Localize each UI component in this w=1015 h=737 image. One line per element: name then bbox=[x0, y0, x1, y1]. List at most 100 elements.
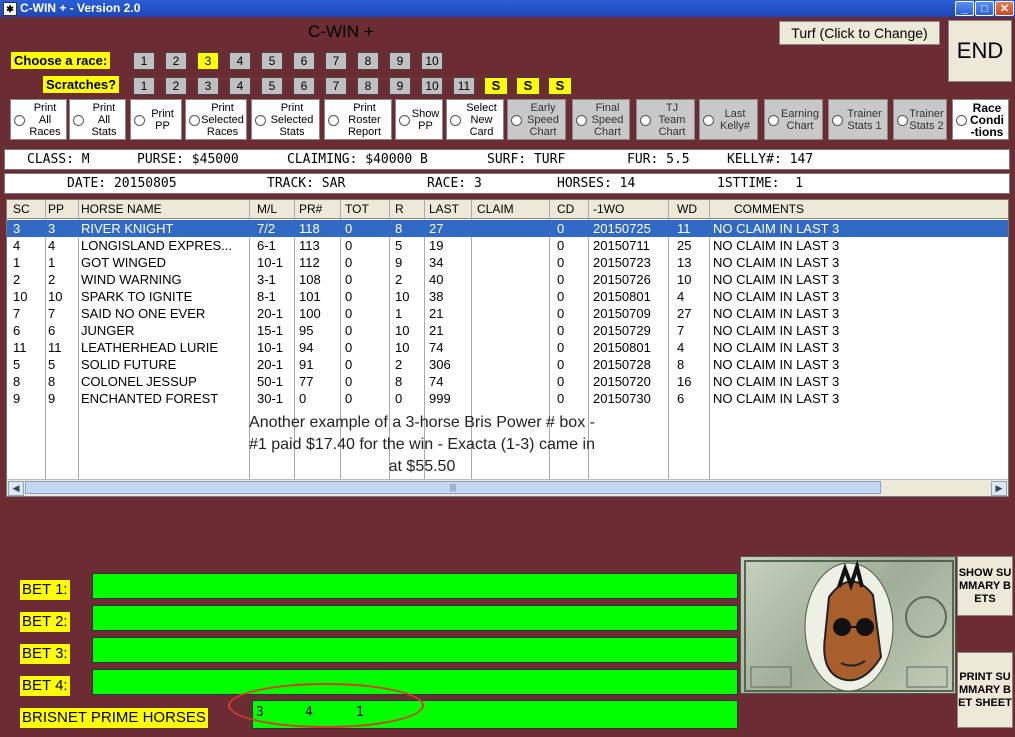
race-button-6[interactable]: 6 bbox=[293, 52, 315, 70]
table-row[interactable]: 4 4 LONGISLAND EXPRES... 6-1 113 0 5 19 0 2015071… bbox=[7, 237, 1008, 254]
option-final-speed-chart[interactable]: Final Speed Chart bbox=[572, 99, 630, 140]
cell-wd: 10 bbox=[677, 272, 692, 287]
radio-icon[interactable] bbox=[399, 115, 410, 126]
race-button-4[interactable]: 4 bbox=[229, 52, 251, 70]
option-select-new-card[interactable]: Select New Card bbox=[446, 99, 504, 140]
option-print-selected-races[interactable]: Print Selected Races bbox=[185, 99, 247, 140]
table-row[interactable]: 1 1 GOT WINGED 10-1 112 0 9 34 0 20150723 13 NO CLA… bbox=[7, 254, 1008, 271]
radio-icon[interactable] bbox=[832, 115, 843, 126]
radio-icon[interactable] bbox=[511, 115, 522, 126]
scratch-button-9[interactable]: 9 bbox=[389, 77, 411, 95]
table-row[interactable]: 8 8 COLONEL JESSUP 50-1 77 0 8 74 0 20150720 16 NO … bbox=[7, 373, 1008, 390]
option-race-condi-tions[interactable]: Race Condi -tions bbox=[952, 99, 1009, 140]
scroll-left-icon[interactable]: ◀ bbox=[8, 481, 24, 496]
race-button-2[interactable]: 2 bbox=[165, 52, 187, 70]
radio-icon[interactable] bbox=[768, 115, 779, 126]
option-print-all-stats[interactable]: Print All Stats bbox=[69, 99, 126, 140]
radio-icon[interactable] bbox=[328, 115, 339, 126]
race-button-3[interactable]: 3 bbox=[197, 52, 219, 70]
column-header--1wo[interactable]: -1WO bbox=[593, 202, 624, 216]
race-button-5[interactable]: 5 bbox=[261, 52, 283, 70]
scratch-s-button-3[interactable]: S bbox=[548, 77, 572, 95]
bet-2-field[interactable] bbox=[92, 605, 738, 631]
option-print-pp[interactable]: Print PP bbox=[130, 99, 182, 140]
scratch-s-button-2[interactable]: S bbox=[516, 77, 540, 95]
scratch-s-button-1[interactable]: S bbox=[484, 77, 508, 95]
column-header-m-l[interactable]: M/L bbox=[257, 202, 277, 216]
scratch-button-6[interactable]: 6 bbox=[293, 77, 315, 95]
table-row[interactable]: 10 10 SPARK TO IGNITE 8-1 101 0 10 38 0 20150801 4… bbox=[7, 288, 1008, 305]
close-button[interactable]: ✕ bbox=[995, 1, 1014, 16]
column-header-tot[interactable]: TOT bbox=[345, 202, 369, 216]
scratch-button-3[interactable]: 3 bbox=[197, 77, 219, 95]
radio-icon[interactable] bbox=[576, 115, 587, 126]
radio-icon[interactable] bbox=[134, 115, 145, 126]
scratch-button-10[interactable]: 10 bbox=[421, 77, 443, 95]
column-header-wd[interactable]: WD bbox=[677, 202, 697, 216]
column-header-claim[interactable]: CLAIM bbox=[477, 202, 514, 216]
scratch-button-7[interactable]: 7 bbox=[325, 77, 347, 95]
table-row[interactable]: 5 5 SOLID FUTURE 20-1 91 0 2 306 0 20150728 8 NO CL… bbox=[7, 356, 1008, 373]
scratch-button-4[interactable]: 4 bbox=[229, 77, 251, 95]
race-button-10[interactable]: 10 bbox=[421, 52, 443, 70]
race-button-9[interactable]: 9 bbox=[389, 52, 411, 70]
table-row[interactable]: 6 6 JUNGER 15-1 95 0 10 21 0 20150729 7 NO CLAIM IN… bbox=[7, 322, 1008, 339]
print-summary-bet-sheet-button[interactable]: PRINT SUMMARY BET SHEET bbox=[957, 652, 1013, 728]
scratch-button-1[interactable]: 1 bbox=[133, 77, 155, 95]
radio-icon[interactable] bbox=[956, 115, 967, 126]
option-tj-team-chart[interactable]: TJ Team Chart bbox=[636, 99, 695, 140]
show-summary-bets-button[interactable]: SHOW SUMMARY BETS bbox=[957, 556, 1013, 616]
option-earning-chart[interactable]: Earning Chart bbox=[764, 99, 823, 140]
radio-icon[interactable] bbox=[897, 115, 908, 126]
horizontal-scrollbar[interactable]: ◀ ||| ▶ bbox=[7, 479, 1008, 496]
bet-1-field[interactable] bbox=[92, 573, 738, 599]
bet-3-field[interactable] bbox=[92, 637, 738, 663]
column-header-r[interactable]: R bbox=[395, 202, 404, 216]
scratch-button-8[interactable]: 8 bbox=[357, 77, 379, 95]
horse-table[interactable]: SC PP HORSE NAME M/L PR# TOT R LAST CLAIM CD -1WO W… bbox=[6, 199, 1009, 497]
radio-icon[interactable] bbox=[703, 115, 714, 126]
scroll-thumb[interactable]: ||| bbox=[25, 481, 881, 494]
scratch-button-2[interactable]: 2 bbox=[165, 77, 187, 95]
column-header-pp[interactable]: PP bbox=[48, 202, 64, 216]
column-header-comments[interactable]: COMMENTS bbox=[734, 202, 804, 216]
race-button-1[interactable]: 1 bbox=[133, 52, 155, 70]
cell-r: 2 bbox=[395, 357, 403, 372]
column-header-horse-name[interactable]: HORSE NAME bbox=[81, 202, 162, 216]
option-trainer-stats-2[interactable]: Trainer Stats 2 bbox=[893, 99, 947, 140]
cell-tot: 0 bbox=[345, 323, 353, 338]
scroll-right-icon[interactable]: ▶ bbox=[991, 481, 1007, 496]
table-row[interactable]: 3 3 RIVER KNIGHT 7/2 118 0 8 27 0 20150725 11 NO CL… bbox=[7, 220, 1008, 237]
cell-sc: 4 bbox=[13, 238, 21, 253]
option-print-selected-stats[interactable]: Print Selected Stats bbox=[251, 99, 320, 140]
table-row[interactable]: 11 11 LEATHERHEAD LURIE 10-1 94 0 10 74 0 2015080… bbox=[7, 339, 1008, 356]
table-row[interactable]: 2 2 WIND WARNING 3-1 108 0 2 40 0 20150726 10 NO CL… bbox=[7, 271, 1008, 288]
minimize-button[interactable]: _ bbox=[955, 1, 974, 16]
radio-icon[interactable] bbox=[14, 115, 25, 126]
column-header-last[interactable]: LAST bbox=[429, 202, 459, 216]
column-header-sc[interactable]: SC bbox=[13, 202, 30, 216]
radio-icon[interactable] bbox=[255, 115, 266, 126]
maximize-button[interactable]: □ bbox=[975, 1, 994, 16]
scratch-button-11[interactable]: 11 bbox=[453, 77, 475, 95]
radio-icon[interactable] bbox=[189, 115, 200, 126]
option-early-speed-chart[interactable]: Early Speed Chart bbox=[507, 99, 566, 140]
option-print-all-races[interactable]: Print All Races bbox=[10, 99, 67, 140]
option-print-roster-report[interactable]: Print Roster Report bbox=[324, 99, 392, 140]
option-show-pp[interactable]: Show PP bbox=[395, 99, 443, 140]
table-row[interactable]: 7 7 SAID NO ONE EVER 20-1 100 0 1 21 0 20150709 27… bbox=[7, 305, 1008, 322]
option-trainer-stats-1[interactable]: Trainer Stats 1 bbox=[828, 99, 888, 140]
scratch-button-5[interactable]: 5 bbox=[261, 77, 283, 95]
radio-icon[interactable] bbox=[450, 115, 461, 126]
race-button-8[interactable]: 8 bbox=[357, 52, 379, 70]
radio-icon[interactable] bbox=[73, 115, 84, 126]
table-row[interactable]: 9 9 ENCHANTED FOREST 30-1 0 0 0 999 0 20150730 6 NO… bbox=[7, 390, 1008, 407]
column-header-cd[interactable]: CD bbox=[557, 202, 574, 216]
column-header-pr-[interactable]: PR# bbox=[299, 202, 322, 216]
bet-4-field[interactable] bbox=[92, 669, 738, 695]
end-button[interactable]: END bbox=[948, 20, 1012, 82]
race-button-7[interactable]: 7 bbox=[325, 52, 347, 70]
radio-icon[interactable] bbox=[640, 115, 651, 126]
option-last-kelly[interactable]: Last Kelly# bbox=[699, 99, 758, 140]
turf-toggle-button[interactable]: Turf (Click to Change) bbox=[779, 21, 940, 45]
